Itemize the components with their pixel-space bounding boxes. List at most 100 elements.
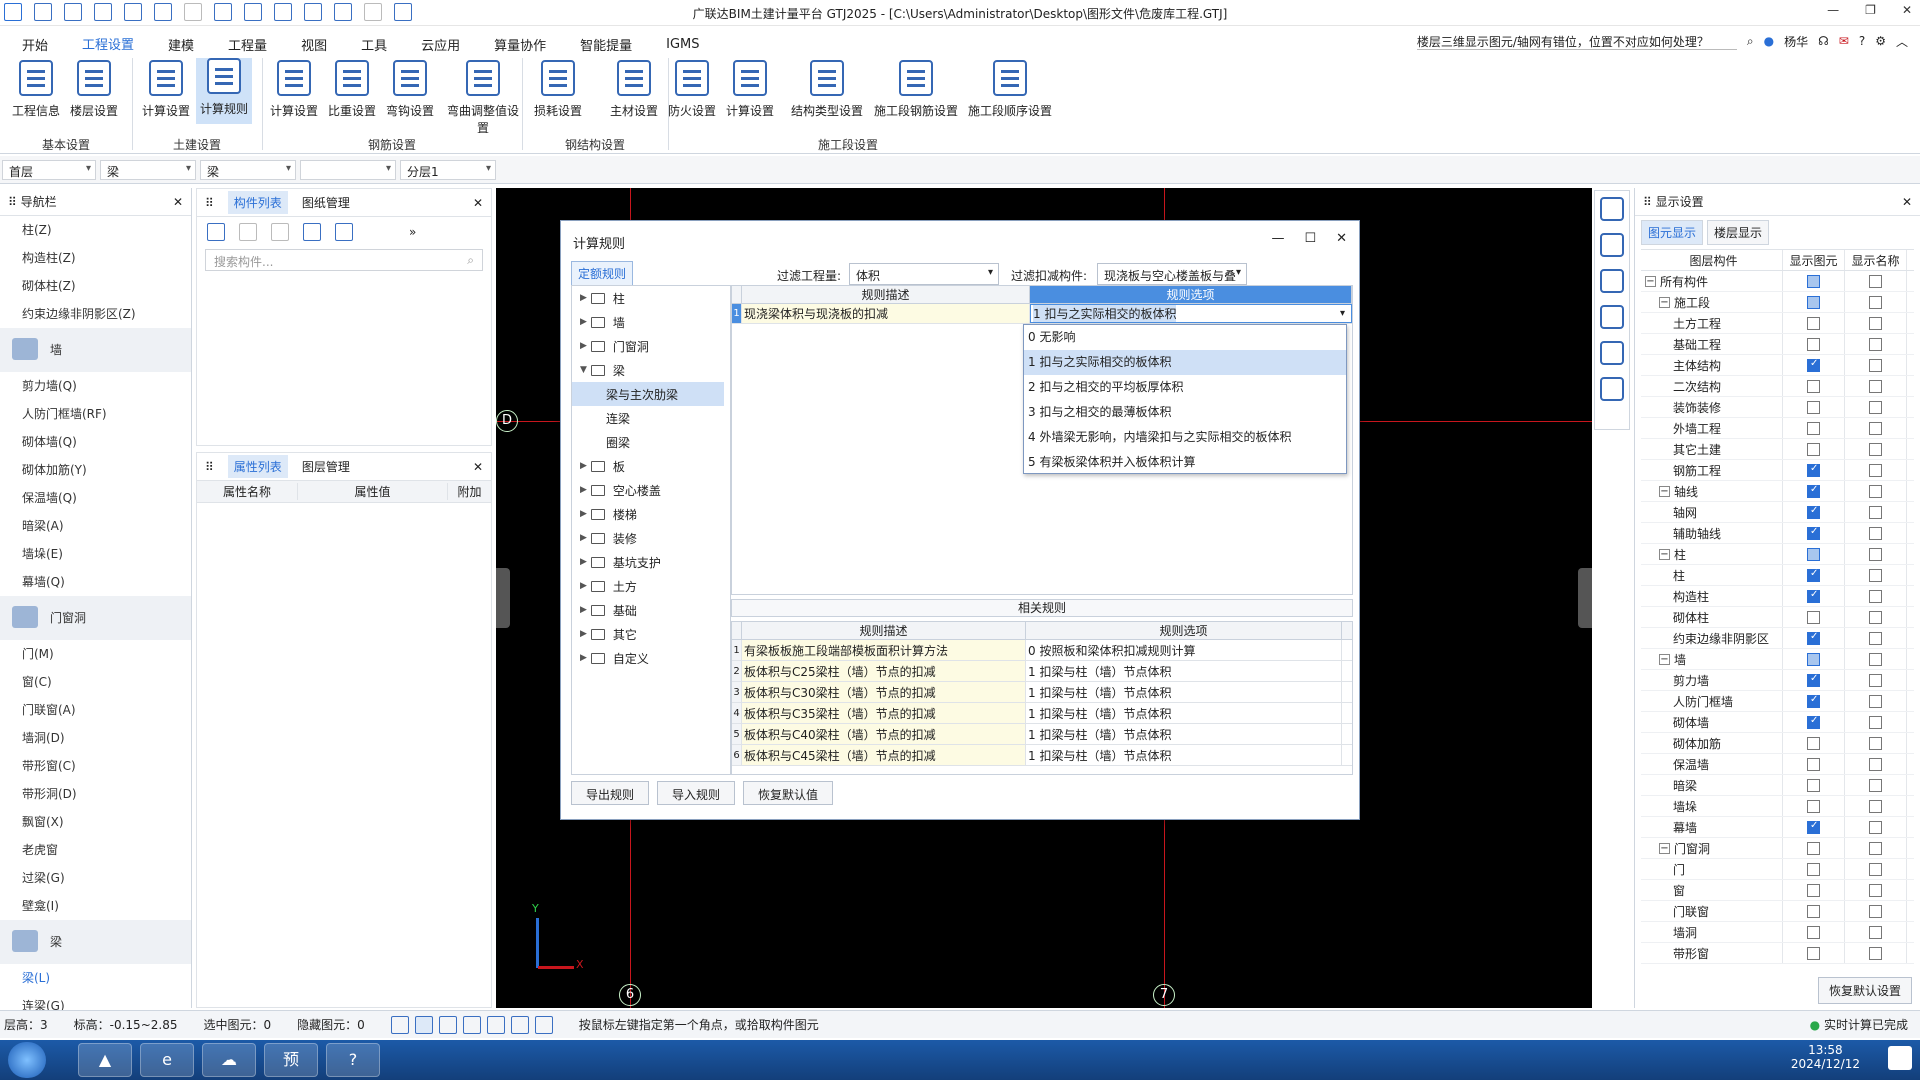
related-rule-row[interactable]: 6 板体积与C45梁柱（墙）节点的扣减 1 扣梁与柱（墙）节点体积 <box>732 745 1352 766</box>
tab-layer-management[interactable]: 图层管理 <box>302 458 350 475</box>
rule-option-cell[interactable]: 1 扣与之实际相交的板体积 ▾ <box>1030 304 1352 323</box>
show-name-checkbox[interactable] <box>1869 757 1882 771</box>
minimize-icon[interactable]: — <box>1827 3 1839 17</box>
cross-select-icon[interactable] <box>438 1015 457 1034</box>
nav-item[interactable]: 人防门框墙(RF) <box>0 400 191 428</box>
related-rule-row[interactable]: 3 板体积与C30梁柱（墙）节点的扣减 1 扣梁与柱（墙）节点体积 <box>732 682 1352 703</box>
show-element-checkbox[interactable] <box>1807 421 1820 435</box>
nav-category[interactable]: 墙 <box>0 328 191 372</box>
top-view-icon[interactable] <box>1600 305 1624 329</box>
tree-node[interactable]: ▶ 墙 <box>572 310 730 334</box>
dropdown-option-0[interactable]: 0 无影响 <box>1024 325 1346 350</box>
tree-node[interactable]: ▶ 自定义 <box>572 646 730 670</box>
tree-node[interactable]: ▶ 其它 <box>572 622 730 646</box>
show-name-checkbox[interactable] <box>1869 820 1882 834</box>
filter-qty-select[interactable]: 体积 <box>849 263 999 285</box>
show-element-checkbox[interactable] <box>1807 820 1820 834</box>
nav-item[interactable]: 砌体墙(Q) <box>0 428 191 456</box>
tree-node[interactable]: ▶ 板 <box>572 454 730 478</box>
show-element-checkbox[interactable] <box>1807 904 1820 918</box>
show-name-checkbox[interactable] <box>1869 799 1882 813</box>
tree-node[interactable]: ▶ 基坑支护 <box>572 550 730 574</box>
close-icon[interactable]: ✕ <box>473 460 483 474</box>
close-icon[interactable]: ✕ <box>1336 231 1347 246</box>
nav-item[interactable]: 带形洞(D) <box>0 780 191 808</box>
show-name-checkbox[interactable] <box>1869 526 1882 540</box>
tree-toggle-icon[interactable]: − <box>1659 485 1670 497</box>
show-name-checkbox[interactable] <box>1869 400 1882 414</box>
reset-display-button[interactable]: 恢复默认设置 <box>1817 977 1912 1004</box>
collapse-ribbon-icon[interactable]: ︿ <box>1896 33 1908 50</box>
restore-icon[interactable]: ❐ <box>1865 3 1876 17</box>
nav-item[interactable]: 门联窗(A) <box>0 696 191 724</box>
taskbar-cloud-icon[interactable]: ☁ <box>202 1043 256 1077</box>
show-name-checkbox[interactable] <box>1869 841 1882 855</box>
show-name-checkbox[interactable] <box>1869 610 1882 624</box>
ribbon-button-9[interactable]: 主材设置 <box>606 60 662 119</box>
taskbar-gtj-icon[interactable]: ▲ <box>78 1043 132 1077</box>
close-icon[interactable]: ✕ <box>1902 3 1912 17</box>
ribbon-button-0[interactable]: 工程信息 <box>8 60 64 119</box>
user-name[interactable]: 杨华 <box>1784 33 1808 50</box>
new-component-icon[interactable] <box>207 223 225 241</box>
show-element-checkbox[interactable] <box>1807 778 1820 792</box>
show-name-checkbox[interactable] <box>1869 547 1882 561</box>
ribbon-button-10[interactable]: 防火设置 <box>664 60 720 119</box>
drag-handle-icon[interactable]: ⠿ <box>1643 195 1652 209</box>
show-element-checkbox[interactable] <box>1807 652 1820 666</box>
tree-node[interactable]: 圈梁 <box>572 430 730 454</box>
floor-select[interactable]: 首层 <box>2 160 96 180</box>
tree-toggle-icon[interactable]: − <box>1659 548 1670 560</box>
zoom-extents-icon[interactable] <box>1600 377 1624 401</box>
nav-item[interactable]: 过梁(G) <box>0 864 191 892</box>
ribbon-button-2[interactable]: 计算设置 <box>138 60 194 119</box>
nav-item[interactable]: 壁龛(I) <box>0 892 191 920</box>
tree-node[interactable]: 连梁 <box>572 406 730 430</box>
show-name-checkbox[interactable] <box>1869 379 1882 393</box>
ribbon-button-8[interactable]: 损耗设置 <box>530 60 586 119</box>
show-name-checkbox[interactable] <box>1869 883 1882 897</box>
start-button[interactable] <box>8 1042 46 1078</box>
nav-item[interactable]: 门(M) <box>0 640 191 668</box>
tree-node[interactable]: 梁与主次肋梁 <box>572 382 724 406</box>
tab-element-display[interactable]: 图元显示 <box>1641 220 1704 245</box>
nav-item[interactable]: 幕墙(Q) <box>0 568 191 596</box>
ribbon-button-12[interactable]: 结构类型设置 <box>788 60 866 119</box>
tree-node[interactable]: ▶ 楼梯 <box>572 502 730 526</box>
show-name-checkbox[interactable] <box>1869 316 1882 330</box>
show-element-checkbox[interactable] <box>1807 526 1820 540</box>
restore-default-button[interactable]: 恢复默认值 <box>743 781 834 805</box>
related-rule-row[interactable]: 4 板体积与C35梁柱（墙）节点的扣减 1 扣梁与柱（墙）节点体积 <box>732 703 1352 724</box>
tree-node[interactable]: ▶ 柱 <box>572 286 730 310</box>
ribbon-button-13[interactable]: 施工段钢筋设置 <box>872 60 960 119</box>
right-collapse-handle[interactable] <box>1578 568 1592 628</box>
ribbon-button-4[interactable]: 计算设置 <box>266 60 322 119</box>
tree-arrow-icon[interactable]: ▶ <box>580 653 587 663</box>
tab-property-list[interactable]: 属性列表 <box>227 455 288 478</box>
tab-quota-rules[interactable]: 定额规则 <box>571 261 634 286</box>
show-name-checkbox[interactable] <box>1869 925 1882 939</box>
copy-icon[interactable] <box>239 223 257 241</box>
user-avatar-icon[interactable]: ● <box>1764 34 1774 48</box>
clock[interactable]: 13:58 2024/12/12 <box>1791 1043 1860 1071</box>
taskbar-app-preview[interactable]: 预 <box>264 1043 318 1077</box>
show-element-checkbox[interactable] <box>1807 631 1820 645</box>
tree-arrow-icon[interactable]: ▶ <box>580 317 587 327</box>
dropdown-option-1[interactable]: 1 扣与之实际相交的板体积 <box>1024 350 1346 375</box>
nav-item[interactable]: 飘窗(X) <box>0 808 191 836</box>
taskbar-ie-icon[interactable]: e <box>140 1043 194 1077</box>
duplicate-icon[interactable] <box>303 223 321 241</box>
tree-toggle-icon[interactable]: − <box>1659 842 1670 854</box>
minimize-icon[interactable]: — <box>1271 231 1284 246</box>
nav-item[interactable]: 梁(L) <box>0 964 191 992</box>
ribbon-button-3[interactable]: 计算规则 <box>196 58 252 124</box>
show-name-checkbox[interactable] <box>1869 694 1882 708</box>
show-name-checkbox[interactable] <box>1869 463 1882 477</box>
rect-select-icon[interactable] <box>414 1015 433 1034</box>
nav-item[interactable]: 保温墙(Q) <box>0 484 191 512</box>
rule-row[interactable]: 1 现浇梁体积与现浇板的扣减 1 扣与之实际相交的板体积 ▾ <box>732 304 1352 324</box>
drag-handle-icon[interactable]: ⠿ <box>8 195 17 209</box>
search-icon[interactable]: ⌕ <box>1747 34 1754 49</box>
show-element-checkbox[interactable] <box>1807 925 1820 939</box>
tree-arrow-icon[interactable]: ▶ <box>580 581 587 591</box>
